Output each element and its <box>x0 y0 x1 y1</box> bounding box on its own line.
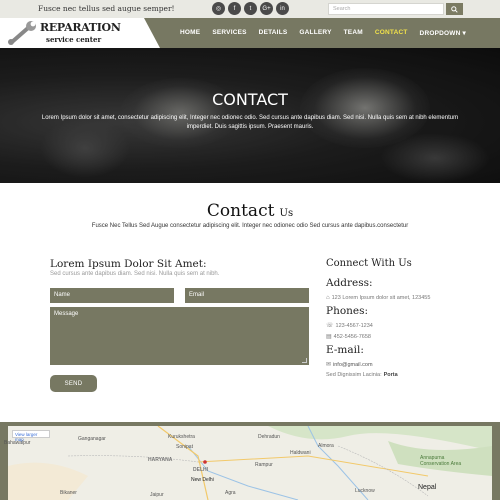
send-button[interactable]: SEND <box>50 375 97 392</box>
map-label: Almora <box>318 443 334 449</box>
nav-team[interactable]: TEAM <box>344 29 363 37</box>
map-label: Sonipat <box>176 444 193 450</box>
google-plus-icon[interactable]: G+ <box>260 2 273 15</box>
facebook-icon[interactable]: f <box>228 2 241 15</box>
message-placeholder: Message <box>54 311 79 317</box>
home-icon: ⌂ <box>326 295 330 301</box>
wrench-icon <box>8 21 36 45</box>
map-label: Lucknow <box>355 488 375 494</box>
map-label: Kurukshetra <box>168 434 195 440</box>
map-label: New Delhi <box>191 477 214 483</box>
phones-label: Phones: <box>326 305 369 317</box>
phone-1: 123-4567-1234 <box>335 322 373 329</box>
contact-subtitle: Fusce Nec Tellus Sed Augue consectetur a… <box>91 223 409 229</box>
contact-heading-small: Us <box>279 208 294 219</box>
mail-icon: ✉ <box>326 362 332 368</box>
nav-services[interactable]: SERVICES <box>212 29 246 37</box>
contact-heading-big: Contact <box>206 201 275 221</box>
map-label: Jaipur <box>150 492 164 498</box>
map-label: Nepal <box>418 484 437 491</box>
nav-contact[interactable]: CONTACT <box>375 29 408 37</box>
logo-title[interactable]: REPARATION <box>40 21 121 34</box>
contact-heading: Contact Us <box>0 201 500 221</box>
message-field[interactable]: Message <box>50 307 309 365</box>
view-larger-map-link[interactable]: View larger map <box>12 430 50 442</box>
social-links: ◎ f t G+ in <box>212 2 289 15</box>
phone-icon: ☏ <box>326 323 334 329</box>
nav-details[interactable]: DETAILS <box>259 29 288 37</box>
fax-icon: ▤ <box>326 334 332 340</box>
form-title: Lorem Ipsum Dolor Sit Amet: <box>50 258 207 270</box>
email-link[interactable]: info@gmail.com <box>333 362 373 368</box>
top-bar: Fusce nec tellus sed augue semper! ◎ f t… <box>0 0 500 18</box>
phone-2: 452-5456-7658 <box>333 333 371 340</box>
map-label: Rampur <box>255 462 273 468</box>
hero-text: Lorem Ipsum dolor sit amet, consectetur … <box>41 115 459 130</box>
note-value: Porta <box>383 372 398 378</box>
search-button[interactable] <box>446 3 463 15</box>
email-line: ✉ info@gmail.com <box>326 361 373 369</box>
map-label: Bahawalpur <box>4 440 31 446</box>
map-label: Bikaner <box>60 490 77 496</box>
logo-subtitle[interactable]: service center <box>46 35 101 44</box>
nav-dropdown[interactable]: DROPDOWN ▾ <box>420 29 466 37</box>
address-label: Address: <box>326 277 373 289</box>
hero-title: CONTACT <box>212 90 288 109</box>
connect-title: Connect With Us <box>326 258 412 269</box>
map-label: HARYANA <box>148 457 173 463</box>
twitter-icon[interactable]: t <box>244 2 257 15</box>
phone-line-2: ▤ 452-5456-7658 <box>326 333 371 341</box>
map-label: Agra <box>225 490 236 496</box>
note-prefix: Sed Dignissim Lacinia: <box>326 372 382 378</box>
form-subtitle: Sed cursus ante dapibus diam. Sed nisi. … <box>50 271 220 277</box>
map-label: Dehradun <box>258 434 280 440</box>
hero-banner: CONTACT Lorem Ipsum dolor sit amet, cons… <box>0 48 500 183</box>
main-nav: HOME SERVICES DETAILS GALLERY TEAM CONTA… <box>180 29 466 37</box>
email-label: E-mail: <box>326 344 364 356</box>
nav-gallery[interactable]: GALLERY <box>299 29 331 37</box>
name-field[interactable]: Name <box>50 288 174 303</box>
map-label: Annapurna Conservation Area <box>420 455 462 467</box>
note-line: Sed Dignissim Lacinia: Porta <box>326 372 398 378</box>
rss-icon[interactable]: ◎ <box>212 2 225 15</box>
nav-home[interactable]: HOME <box>180 29 200 37</box>
search-input[interactable]: Search <box>328 3 444 15</box>
linkedin-icon[interactable]: in <box>276 2 289 15</box>
email-field[interactable]: Email <box>185 288 309 303</box>
address-line: ⌂ 123 Lorem Ipsum dolor sit amet, 123455 <box>326 295 430 301</box>
top-tagline: Fusce nec tellus sed augue semper! <box>38 4 175 13</box>
phone-line-1: ☏ 123-4567-1234 <box>326 322 373 330</box>
resize-handle[interactable] <box>302 358 307 363</box>
map-label: Haldwani <box>290 450 311 456</box>
map-label: Ganganagar <box>78 436 106 442</box>
map-label: DELHI <box>193 467 208 473</box>
address-text: 123 Lorem Ipsum dolor sit amet, 123455 <box>331 295 431 301</box>
search-icon <box>451 5 458 13</box>
